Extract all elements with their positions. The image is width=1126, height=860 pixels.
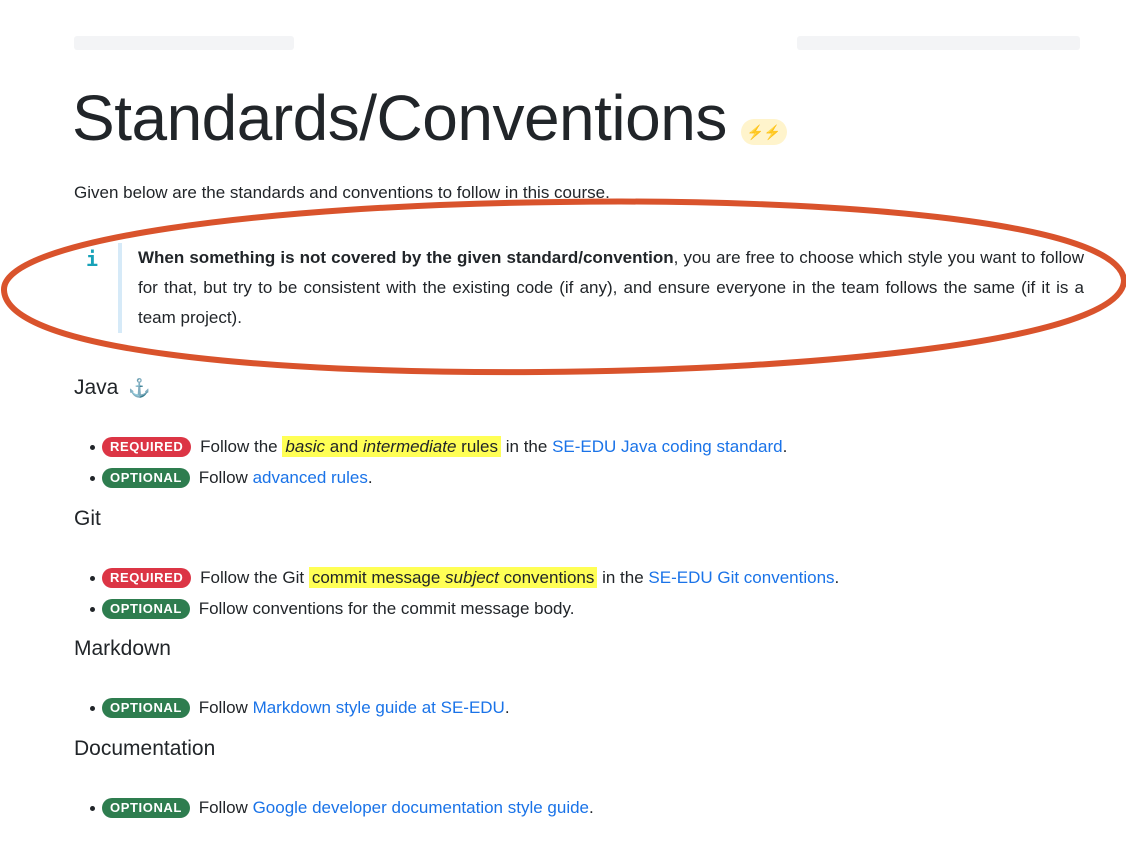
page-title-text: Standards/Conventions	[72, 82, 727, 154]
list-item: REQUIRED Follow the Git commit message s…	[74, 562, 839, 593]
list-item: OPTIONAL Follow conventions for the comm…	[74, 593, 839, 624]
java-list: REQUIRED Follow the basic and intermedia…	[74, 431, 787, 493]
list-item: REQUIRED Follow the basic and intermedia…	[74, 431, 787, 462]
item-text: .	[367, 468, 373, 487]
link-git-conventions[interactable]: SE-EDU Git conventions	[648, 568, 834, 587]
item-text: in the	[597, 568, 649, 587]
highlight-text: and	[325, 437, 363, 456]
item-text: .	[782, 437, 788, 456]
git-list: REQUIRED Follow the Git commit message s…	[74, 562, 839, 624]
item-text: Follow	[198, 798, 253, 817]
link-advanced-rules[interactable]: advanced rules	[253, 468, 368, 487]
section-git: Git REQUIRED Follow the Git commit messa…	[74, 507, 839, 624]
highlight-text: commit message	[311, 568, 446, 587]
optional-badge: OPTIONAL	[102, 468, 190, 488]
info-icon: i	[86, 247, 99, 271]
highlight: basic and intermediate rules	[282, 436, 502, 457]
truncated-top-text-left	[74, 36, 294, 50]
link-markdown-style-guide[interactable]: Markdown style guide at SE-EDU	[253, 698, 505, 717]
item-text: Follow the	[200, 437, 278, 456]
highlight: commit message subject conventions	[308, 567, 598, 588]
highlight-em: intermediate	[362, 437, 457, 456]
list-item: OPTIONAL Follow advanced rules.	[74, 462, 787, 493]
section-markdown: Markdown OPTIONAL Follow Markdown style …	[74, 637, 510, 723]
heading-java-text: Java	[74, 376, 119, 399]
optional-badge: OPTIONAL	[102, 798, 190, 818]
intro-text: Given below are the standards and conven…	[74, 183, 610, 202]
optional-badge: OPTIONAL	[102, 599, 190, 619]
heading-markdown: Markdown	[74, 637, 171, 660]
note-bold-text: When something is not covered by the giv…	[138, 248, 674, 267]
required-badge: REQUIRED	[102, 437, 192, 457]
highlight-text: conventions	[498, 568, 595, 587]
list-item: OPTIONAL Follow Google developer documen…	[74, 792, 594, 823]
documentation-list: OPTIONAL Follow Google developer documen…	[74, 792, 594, 823]
item-text: Follow	[198, 468, 253, 487]
highlight-em: basic	[285, 437, 326, 456]
item-text: Follow the Git	[200, 568, 305, 587]
link-java-coding-standard[interactable]: SE-EDU Java coding standard	[552, 437, 783, 456]
heading-documentation: Documentation	[74, 737, 216, 760]
optional-badge: OPTIONAL	[102, 698, 190, 718]
heading-java: Java ⚓	[74, 376, 787, 400]
truncated-top-text-right	[797, 36, 1080, 50]
item-text: Follow	[198, 698, 253, 717]
item-text: .	[504, 698, 510, 717]
item-text: Follow conventions for the commit messag…	[198, 599, 575, 618]
heading-git: Git	[74, 507, 101, 530]
item-text: .	[834, 568, 840, 587]
anchor-icon[interactable]: ⚓	[128, 378, 150, 398]
link-google-doc-style-guide[interactable]: Google developer documentation style gui…	[253, 798, 589, 817]
bolt-icon: ⚡⚡	[740, 119, 787, 146]
markdown-list: OPTIONAL Follow Markdown style guide at …	[74, 692, 510, 723]
required-badge: REQUIRED	[102, 568, 192, 588]
page-title: Standards/Conventions ⚡⚡	[72, 78, 787, 158]
highlight-em: subject	[445, 568, 499, 587]
item-text: .	[589, 798, 594, 817]
note-body: When something is not covered by the giv…	[118, 243, 1084, 333]
item-text: in the	[501, 437, 553, 456]
highlight-text: rules	[456, 437, 499, 456]
list-item: OPTIONAL Follow Markdown style guide at …	[74, 692, 510, 723]
section-documentation: Documentation OPTIONAL Follow Google dev…	[74, 737, 594, 823]
section-java: Java ⚓ REQUIRED Follow the basic and inte…	[74, 376, 787, 493]
